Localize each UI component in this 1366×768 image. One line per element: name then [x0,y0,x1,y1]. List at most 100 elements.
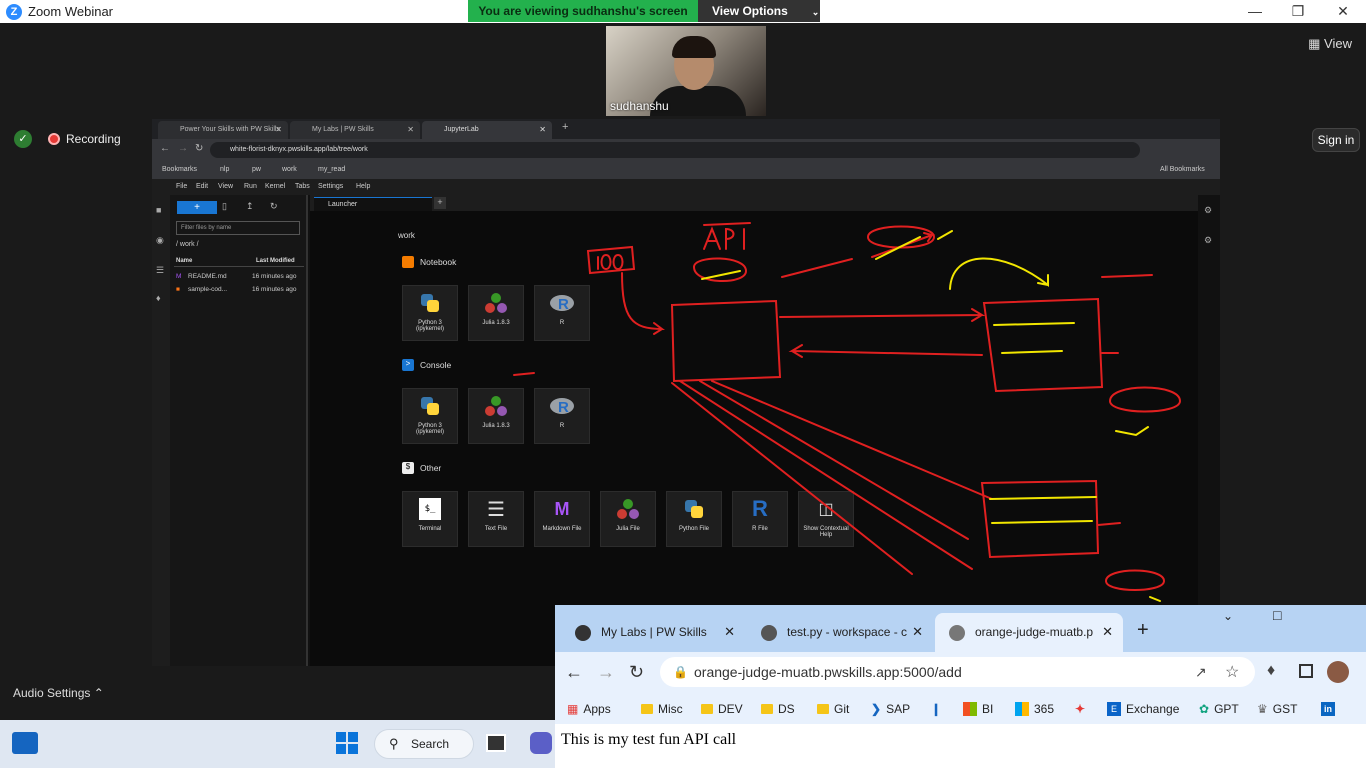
card-markdown-file[interactable]: M Markdown File [534,491,590,547]
bookmark-item[interactable]: work [282,166,297,173]
menu-tabs[interactable]: Tabs [295,183,310,190]
card-julia-console[interactable]: Julia 1.8.3 [468,388,524,444]
minimize-icon[interactable]: — [1232,0,1278,23]
new-tab-icon[interactable]: + [562,121,568,133]
bookmark-azure[interactable]: ❙ [931,702,941,716]
tab-my-labs[interactable]: My Labs | PW Skills ✕ [561,613,745,652]
card-r-notebook[interactable]: RR [534,285,590,341]
card-python3-notebook[interactable]: Python 3 (ipykernel) [402,285,458,341]
bookmark-ds[interactable]: DS [761,702,795,716]
sign-in-button[interactable]: Sign in [1312,128,1360,152]
bookmark-item[interactable]: nlp [220,166,229,173]
menu-settings[interactable]: Settings [318,183,343,190]
bookmark-linkedin[interactable]: in [1321,702,1335,716]
menu-file[interactable]: File [176,183,187,190]
bookmark-misc[interactable]: Misc [641,702,683,716]
card-julia-file[interactable]: Julia File [600,491,656,547]
maximize-icon[interactable]: ❐ [1275,0,1321,23]
refresh-icon[interactable]: ↻ [270,201,278,212]
filter-files-input[interactable]: Filter files by name [176,221,300,235]
back-icon[interactable]: ← [160,143,170,154]
card-julia-notebook[interactable]: Julia 1.8.3 [468,285,524,341]
card-r-file[interactable]: R R File [732,491,788,547]
menu-run[interactable]: Run [244,183,257,190]
bookmark-gst[interactable]: ♛ GST [1257,702,1297,716]
teams-icon[interactable] [530,732,552,754]
property-inspector-icon[interactable]: ⚙ [1204,205,1212,216]
close-icon[interactable]: ✕ [912,624,923,640]
bookmark-exchange[interactable]: E Exchange [1107,702,1179,716]
add-tab-icon[interactable]: + [434,197,446,209]
card-r-console[interactable]: RR [534,388,590,444]
breadcrumb[interactable]: / work / [176,241,199,248]
close-icon[interactable]: ✕ [275,125,282,134]
tab-search-icon[interactable]: ⌄ [1223,609,1233,623]
reload-icon[interactable]: ↻ [629,662,644,683]
forward-icon[interactable]: → [178,143,188,154]
taskbar-search[interactable]: ⚲ Search [374,729,474,759]
close-icon[interactable]: ✕ [724,624,735,640]
bookmark-dev[interactable]: DEV [701,702,743,716]
tab-orange-judge[interactable]: orange-judge-muatb.p ✕ [935,613,1123,652]
shared-tab-2[interactable]: My Labs | PW Skills ✕ [290,121,420,139]
shield-icon[interactable]: ✓ [14,130,32,148]
bookmark-365[interactable]: 365 [1015,702,1054,716]
windows-start-icon[interactable] [336,732,358,754]
extension-icon[interactable]: ♦ [156,293,166,303]
star-icon[interactable]: ☆ [1225,662,1239,682]
share-icon[interactable]: ↗ [1195,664,1207,681]
menu-help[interactable]: Help [356,183,370,190]
card-contextual-help[interactable]: ◫ Show Contextual Help [798,491,854,547]
upload-icon[interactable]: ↥ [246,201,254,212]
view-options-button[interactable]: View Options ⌄ [698,0,820,22]
side-panel-icon[interactable] [1299,664,1313,678]
recording-indicator[interactable]: Recording [48,132,121,146]
debugger-icon[interactable]: ⚙ [1204,235,1212,246]
toc-icon[interactable]: ☰ [156,265,166,275]
new-launcher-button[interactable]: + [177,201,217,214]
maximize-icon[interactable]: □ [1273,607,1281,623]
bookmark-sap[interactable]: ❯ SAP [871,702,910,716]
card-terminal[interactable]: $_ Terminal [402,491,458,547]
close-icon[interactable]: ✕ [1320,0,1366,23]
widgets-icon[interactable] [12,732,38,754]
menu-kernel[interactable]: Kernel [265,183,285,190]
column-modified[interactable]: Last Modified [256,258,295,264]
menu-view[interactable]: View [218,183,233,190]
view-button[interactable]: ▦ View [1308,36,1352,52]
lock-icon[interactable]: 🔒 [673,665,688,679]
new-folder-icon[interactable]: ▯ [222,201,227,212]
audio-settings-button[interactable]: Audio Settings ⌃ [13,686,104,700]
card-python-file[interactable]: Python File [666,491,722,547]
task-view-icon[interactable] [486,734,506,752]
reload-icon[interactable]: ↻ [195,143,203,154]
new-tab-icon[interactable]: + [1137,619,1149,642]
extensions-icon[interactable]: ♦ [1267,662,1275,680]
bookmark-item[interactable]: pw [252,166,261,173]
forward-icon[interactable]: → [597,662,615,683]
bookmark-git[interactable]: Git [817,702,849,716]
column-name[interactable]: Name [176,258,192,264]
avatar[interactable] [1327,661,1349,683]
launcher-tab[interactable]: Launcher [314,197,432,211]
bookmark-apps[interactable]: ▦ Apps [567,702,611,716]
back-icon[interactable]: ← [565,662,583,683]
folder-icon[interactable]: ■ [156,205,166,215]
running-icon[interactable]: ◉ [156,235,166,245]
shared-tab-3[interactable]: JupyterLab ✕ [422,121,552,139]
close-icon[interactable]: ✕ [539,125,546,134]
url-field[interactable]: orange-judge-muatb.pwskills.app:5000/add [660,657,1255,687]
card-python3-console[interactable]: Python 3 (ipykernel) [402,388,458,444]
all-bookmarks[interactable]: All Bookmarks [1160,166,1205,173]
bookmark-gpt[interactable]: ✿ GPT [1199,702,1239,716]
close-icon[interactable]: ✕ [407,125,414,134]
bookmark-bi[interactable]: BI [963,702,993,716]
close-icon[interactable]: ✕ [1102,624,1113,640]
tab-test-py[interactable]: test.py - workspace - c ✕ [747,613,933,652]
shared-url-field[interactable]: white-florist-dknyx.pwskills.app/lab/tre… [210,142,1140,158]
card-text-file[interactable]: ☰ Text File [468,491,524,547]
menu-edit[interactable]: Edit [196,183,208,190]
bookmark-item[interactable]: my_read [318,166,345,173]
bookmark-acrobat[interactable]: ✦ [1075,702,1085,716]
bookmark-item[interactable]: Bookmarks [162,166,197,173]
